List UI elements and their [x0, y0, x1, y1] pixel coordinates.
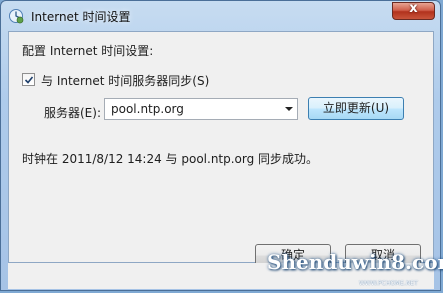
dropdown-arrow-icon[interactable] — [285, 107, 293, 111]
server-value: pool.ntp.org — [111, 102, 184, 116]
title-bar[interactable]: Internet 时间设置 x — [1, 1, 440, 31]
dialog-body: 配置 Internet 时间设置: 与 Internet 时间服务器同步(S) … — [8, 31, 434, 267]
close-button[interactable]: x — [392, 1, 435, 20]
dialog-heading: 配置 Internet 时间设置: — [22, 44, 154, 58]
server-label: 服务器(E): — [44, 106, 101, 120]
clock-globe-icon — [8, 8, 24, 24]
server-combobox[interactable]: pool.ntp.org — [104, 98, 298, 120]
watermark-logo: Shenduwin8.com — [267, 250, 443, 274]
sync-status-text: 时钟在 2011/8/12 14:24 与 pool.ntp.org 同步成功。 — [22, 152, 319, 166]
window-title: Internet 时间设置 — [31, 10, 131, 24]
update-now-button[interactable]: 立即更新(U) — [308, 97, 404, 120]
watermark-url: WWW.PCHOME.NET — [359, 280, 418, 287]
check-icon — [24, 76, 34, 84]
dialog-window: Internet 时间设置 x 配置 Internet 时间设置: 与 Inte… — [0, 0, 441, 291]
sync-checkbox[interactable] — [22, 73, 35, 86]
sync-checkbox-label: 与 Internet 时间服务器同步(S) — [41, 74, 210, 88]
close-icon: x — [409, 1, 418, 16]
